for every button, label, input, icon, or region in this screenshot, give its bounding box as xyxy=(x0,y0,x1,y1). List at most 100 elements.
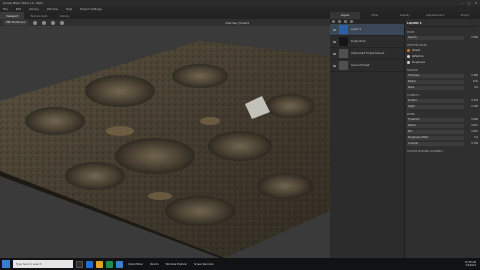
layer-thumbnail xyxy=(339,37,348,46)
layer-item[interactable]: Untouched Forest Ground xyxy=(330,48,404,60)
roughness-offset-slider[interactable]: Roughness Offset xyxy=(407,135,464,140)
delete-layer-icon[interactable] xyxy=(350,20,353,23)
blur-slider[interactable]: Blur xyxy=(407,129,464,134)
camera-tool-icon[interactable] xyxy=(33,20,38,25)
channel-row[interactable]: Roughness xyxy=(407,60,478,65)
layer-properties: LIQUID 1 MODE Opacity 0.500 AFFECTED MAP… xyxy=(405,19,480,258)
folder-icon[interactable] xyxy=(344,20,347,23)
layer-item[interactable]: Dusty Rock xyxy=(330,36,404,48)
tab-display[interactable]: Display xyxy=(390,12,420,19)
windows-start-icon[interactable] xyxy=(2,260,10,268)
taskbar-app[interactable]: Windows Explorer xyxy=(164,263,189,266)
menu-library[interactable]: Library xyxy=(29,7,39,11)
terrain-mesh xyxy=(0,41,330,258)
visibility-eye-icon[interactable] xyxy=(333,64,336,67)
mode-row: Opacity 0.500 xyxy=(407,35,478,40)
task-view-icon[interactable] xyxy=(76,260,83,268)
visibility-eye-icon[interactable] xyxy=(333,28,336,31)
slider-row: Contrast 0.750 xyxy=(407,141,478,146)
threshold-value[interactable]: 0.500 xyxy=(466,118,478,121)
light-tool-icon[interactable] xyxy=(42,20,47,25)
channel-row[interactable]: Reflection xyxy=(407,54,478,59)
slider-row: Wave 0.0 xyxy=(407,85,478,90)
roughness-offset-value[interactable]: 0.0 xyxy=(466,136,478,139)
section-affected-maps: AFFECTED MAPS xyxy=(407,44,427,47)
channel-row[interactable]: Albedo xyxy=(407,48,478,53)
edge-browser-icon[interactable] xyxy=(86,260,93,268)
tab-mixer[interactable]: Mixer xyxy=(360,12,390,19)
channel-label: Roughness xyxy=(412,61,426,64)
layer-item[interactable]: Ground Forest xyxy=(330,60,404,72)
section-custom-masking[interactable]: CUSTOM MASKING CHANNELS xyxy=(407,150,478,153)
albedo-swatch-icon xyxy=(407,49,410,52)
contrast-slider[interactable]: Contrast xyxy=(407,141,464,146)
shading-mode-dropdown[interactable]: PBR Metalness xyxy=(3,20,29,25)
maximize-button[interactable]: □ xyxy=(468,1,471,5)
mail-icon[interactable] xyxy=(116,260,123,268)
radius-slider[interactable]: Radius xyxy=(407,79,464,84)
visibility-eye-icon[interactable] xyxy=(333,40,336,43)
surface-slider[interactable]: Surface xyxy=(407,98,464,103)
terrain-preview[interactable] xyxy=(0,26,330,258)
wave-value[interactable]: 0.0 xyxy=(466,86,478,89)
menu-export-settings[interactable]: Export Settings xyxy=(80,7,102,11)
tab-layers[interactable]: Layers xyxy=(330,12,360,19)
tab-viewport[interactable]: Viewport xyxy=(0,12,25,19)
wave-slider[interactable]: Wave xyxy=(407,85,464,90)
app-title: Quixel Mixer 2021.1.4 - Beta xyxy=(3,1,43,5)
mode-dropdown[interactable]: Opacity xyxy=(407,35,464,40)
contrast-value[interactable]: 0.750 xyxy=(466,142,478,145)
menu-file[interactable]: File xyxy=(3,7,8,11)
properties-title: LIQUID 1 xyxy=(407,19,478,27)
store-icon[interactable] xyxy=(106,260,113,268)
layer-name: Ground Forest xyxy=(351,64,370,67)
depth-value[interactable]: 0.150 xyxy=(466,105,478,108)
menu-window[interactable]: Window xyxy=(47,7,58,11)
tab-displacement[interactable]: Displacement xyxy=(420,12,450,19)
minimize-button[interactable]: — xyxy=(461,1,464,5)
tab-texture-sets[interactable]: Texture Sets xyxy=(24,12,53,19)
system-clock[interactable]: 10:38 AM 7/4/2021 xyxy=(465,261,478,267)
slider-row: Thickness 0.300 xyxy=(407,73,478,78)
depth-slider[interactable]: Depth xyxy=(407,104,464,109)
layers-list: Liquid 1 Dusty Rock Untouched Forest Gro… xyxy=(330,19,405,258)
tab-library[interactable]: Library xyxy=(54,12,76,19)
slider-row: Blur 0.010 xyxy=(407,129,478,134)
panel-tabs: Layers Mixer Display Displacement Export xyxy=(330,12,480,19)
channel-label: Albedo xyxy=(412,49,421,52)
visibility-eye-icon[interactable] xyxy=(333,52,336,55)
section-turbidity: TURBIDITY xyxy=(407,94,420,97)
viewport[interactable]: PBR Metalness cherries_forest1 xyxy=(0,19,330,258)
viewport-tab-bar: Viewport Texture Sets Library xyxy=(0,12,330,19)
taskbar-search-input[interactable]: Type here to search xyxy=(13,260,73,268)
add-layer-icon[interactable] xyxy=(332,20,335,23)
thickness-slider[interactable]: Thickness xyxy=(407,73,464,78)
roughness-swatch-icon xyxy=(407,61,410,64)
blend-radius-value[interactable]: 0.027 xyxy=(466,124,478,127)
blend-radius-slider[interactable]: Radius xyxy=(407,123,464,128)
taskbar-app[interactable]: Ubuntu xyxy=(148,263,161,266)
window-controls: — □ ✕ xyxy=(461,1,477,5)
blur-value[interactable]: 0.010 xyxy=(466,130,478,133)
mode-value[interactable]: 0.500 xyxy=(466,36,478,39)
menu-help[interactable]: Help xyxy=(66,7,72,11)
channel-label: Reflection xyxy=(412,55,424,58)
layer-item[interactable]: Liquid 1 xyxy=(330,24,404,36)
settings-tool-icon[interactable] xyxy=(60,20,65,25)
tab-export[interactable]: Export xyxy=(450,12,480,19)
reflection-swatch-icon xyxy=(407,55,410,58)
slider-row: Roughness Offset 0.0 xyxy=(407,135,478,140)
taskbar-app[interactable]: Screen Recorder xyxy=(192,263,216,266)
thickness-value[interactable]: 0.300 xyxy=(466,74,478,77)
file-explorer-icon[interactable] xyxy=(96,260,103,268)
menu-edit[interactable]: Edit xyxy=(16,7,21,11)
threshold-slider[interactable]: Threshold xyxy=(407,117,464,122)
radius-value[interactable]: 0.01 xyxy=(466,80,478,83)
add-mask-icon[interactable] xyxy=(338,20,341,23)
close-button[interactable]: ✕ xyxy=(474,1,477,5)
surface-value[interactable]: 0.170 xyxy=(466,99,478,102)
grid-tool-icon[interactable] xyxy=(51,20,56,25)
taskbar-app[interactable]: Quixel Mixer xyxy=(126,263,145,266)
section-mode: MODE xyxy=(407,31,415,34)
slider-row: Depth 0.150 xyxy=(407,104,478,109)
